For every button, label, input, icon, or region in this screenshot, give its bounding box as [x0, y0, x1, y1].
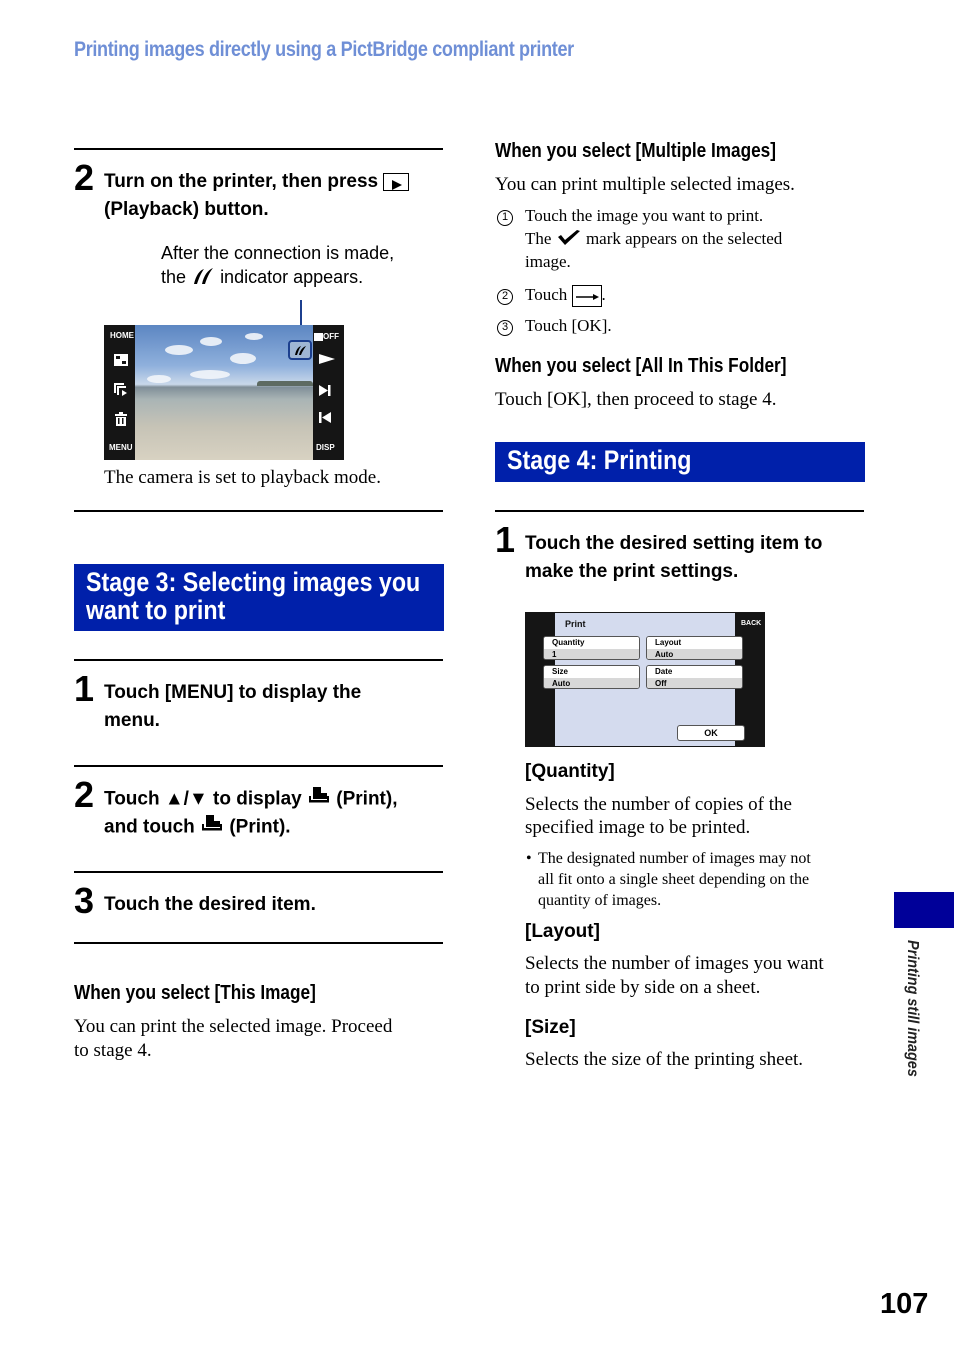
- body-line: Selects the number of copies of the: [525, 794, 792, 815]
- step-text-line2: menu.: [104, 710, 160, 731]
- body-line: Touch the image you want to print.: [525, 206, 764, 225]
- print-settings-screen: Print BACK Quantity 1 Layout Auto Size A…: [525, 612, 765, 747]
- index-icon[interactable]: [114, 354, 128, 368]
- body-line: Touch [OK].: [525, 316, 612, 335]
- print-icon: [200, 813, 224, 842]
- print-screen-title: Print: [565, 619, 586, 629]
- stage-4-heading: Stage 4: Printing: [495, 442, 865, 482]
- step-text: Touch [MENU] to display the: [104, 682, 362, 703]
- body-line: Selects the number of images you want: [525, 953, 824, 974]
- quantity-setting[interactable]: Quantity 1: [543, 636, 640, 660]
- home-button[interactable]: HOME: [110, 331, 134, 340]
- step-circle-3: 3: [497, 317, 513, 336]
- quantity-heading: [Quantity]: [525, 761, 615, 782]
- pictbridge-connection-icon: [191, 265, 215, 291]
- page-number: 107: [880, 1288, 929, 1320]
- this-image-heading: When you select [This Image]: [74, 982, 316, 1004]
- body-line: Touch [OK], then proceed to stage 4.: [495, 389, 777, 410]
- step-text: Turn on the printer, then press: [104, 168, 410, 196]
- step-circle-2: 2: [497, 286, 513, 305]
- note-line: quantity of images.: [538, 892, 662, 909]
- next-arrow-button-icon: [571, 285, 602, 308]
- ok-button[interactable]: OK: [677, 725, 745, 741]
- divider: [74, 871, 443, 873]
- menu-button[interactable]: MENU: [109, 443, 133, 452]
- step-number: 2: [74, 774, 95, 815]
- section-tab-label: Printing still images: [904, 940, 921, 1077]
- running-header: Printing images directly using a PictBri…: [74, 38, 574, 61]
- step-number: 1: [74, 668, 95, 709]
- divider: [495, 510, 864, 512]
- screen-caption: The camera is set to playback mode.: [104, 467, 381, 488]
- note-line: all fit onto a single sheet depending on…: [538, 871, 810, 888]
- playback-button-icon: [383, 172, 410, 191]
- divider: [74, 942, 443, 944]
- body-line: The mark appears on the selected: [525, 228, 782, 252]
- print-icon: [307, 785, 331, 814]
- trash-icon[interactable]: [115, 412, 127, 428]
- multiple-images-heading: When you select [Multiple Images]: [495, 140, 776, 162]
- next-icon[interactable]: [319, 385, 331, 398]
- prev-icon[interactable]: [319, 412, 331, 425]
- body-line: to print side by side on a sheet.: [525, 977, 761, 998]
- layout-heading: [Layout]: [525, 921, 600, 942]
- body-line: specified image to be printed.: [525, 817, 751, 838]
- step-text-line2: and touch (Print).: [104, 813, 291, 842]
- divider: [74, 148, 443, 150]
- checkmark-icon: [556, 229, 582, 252]
- divider: [74, 765, 443, 767]
- display-off-button[interactable]: OFF: [314, 332, 339, 341]
- body-line: You can print multiple selected images.: [495, 174, 795, 195]
- step-number: 3: [74, 880, 95, 921]
- size-setting[interactable]: Size Auto: [543, 665, 640, 689]
- layout-setting[interactable]: Layout Auto: [646, 636, 743, 660]
- beach-photo: [135, 325, 313, 460]
- step-number: 2: [74, 157, 95, 198]
- slideshow-icon[interactable]: [114, 383, 128, 398]
- note-line: The designated number of images may not: [538, 850, 811, 867]
- step-text: Touch ▲/▼ to display (Print),: [104, 785, 398, 814]
- stage-3-heading: Stage 3: Selecting images you want to pr…: [74, 564, 444, 631]
- divider: [74, 659, 443, 661]
- section-tab: [894, 892, 954, 928]
- step-text: Touch the desired setting item to: [525, 533, 823, 554]
- disp-button[interactable]: DISP: [316, 443, 335, 452]
- note-bullet: •: [526, 850, 532, 867]
- note-line: After the connection is made,: [161, 243, 395, 263]
- body-line: image.: [525, 252, 571, 271]
- divider: [74, 510, 443, 512]
- play-icon[interactable]: [319, 354, 335, 366]
- size-heading: [Size]: [525, 1017, 576, 1038]
- pictbridge-indicator-icon: [288, 340, 312, 360]
- body-line: to stage 4.: [74, 1040, 152, 1061]
- camera-playback-screen: HOME MENU OFF DISP: [104, 325, 344, 460]
- date-setting[interactable]: Date Off: [646, 665, 743, 689]
- all-folder-heading: When you select [All In This Folder]: [495, 355, 787, 377]
- body-line: Touch .: [525, 284, 606, 308]
- step-text: Touch the desired item.: [104, 894, 316, 915]
- step-circle-1: 1: [497, 207, 513, 226]
- step-number: 1: [495, 519, 516, 560]
- step-text-line2: make the print settings.: [525, 561, 739, 582]
- back-button[interactable]: BACK: [741, 620, 761, 627]
- note-line: the indicator appears.: [161, 265, 363, 291]
- body-line: Selects the size of the printing sheet.: [525, 1049, 804, 1070]
- body-line: You can print the selected image. Procee…: [74, 1016, 393, 1037]
- step-text-line2: (Playback) button.: [104, 199, 269, 220]
